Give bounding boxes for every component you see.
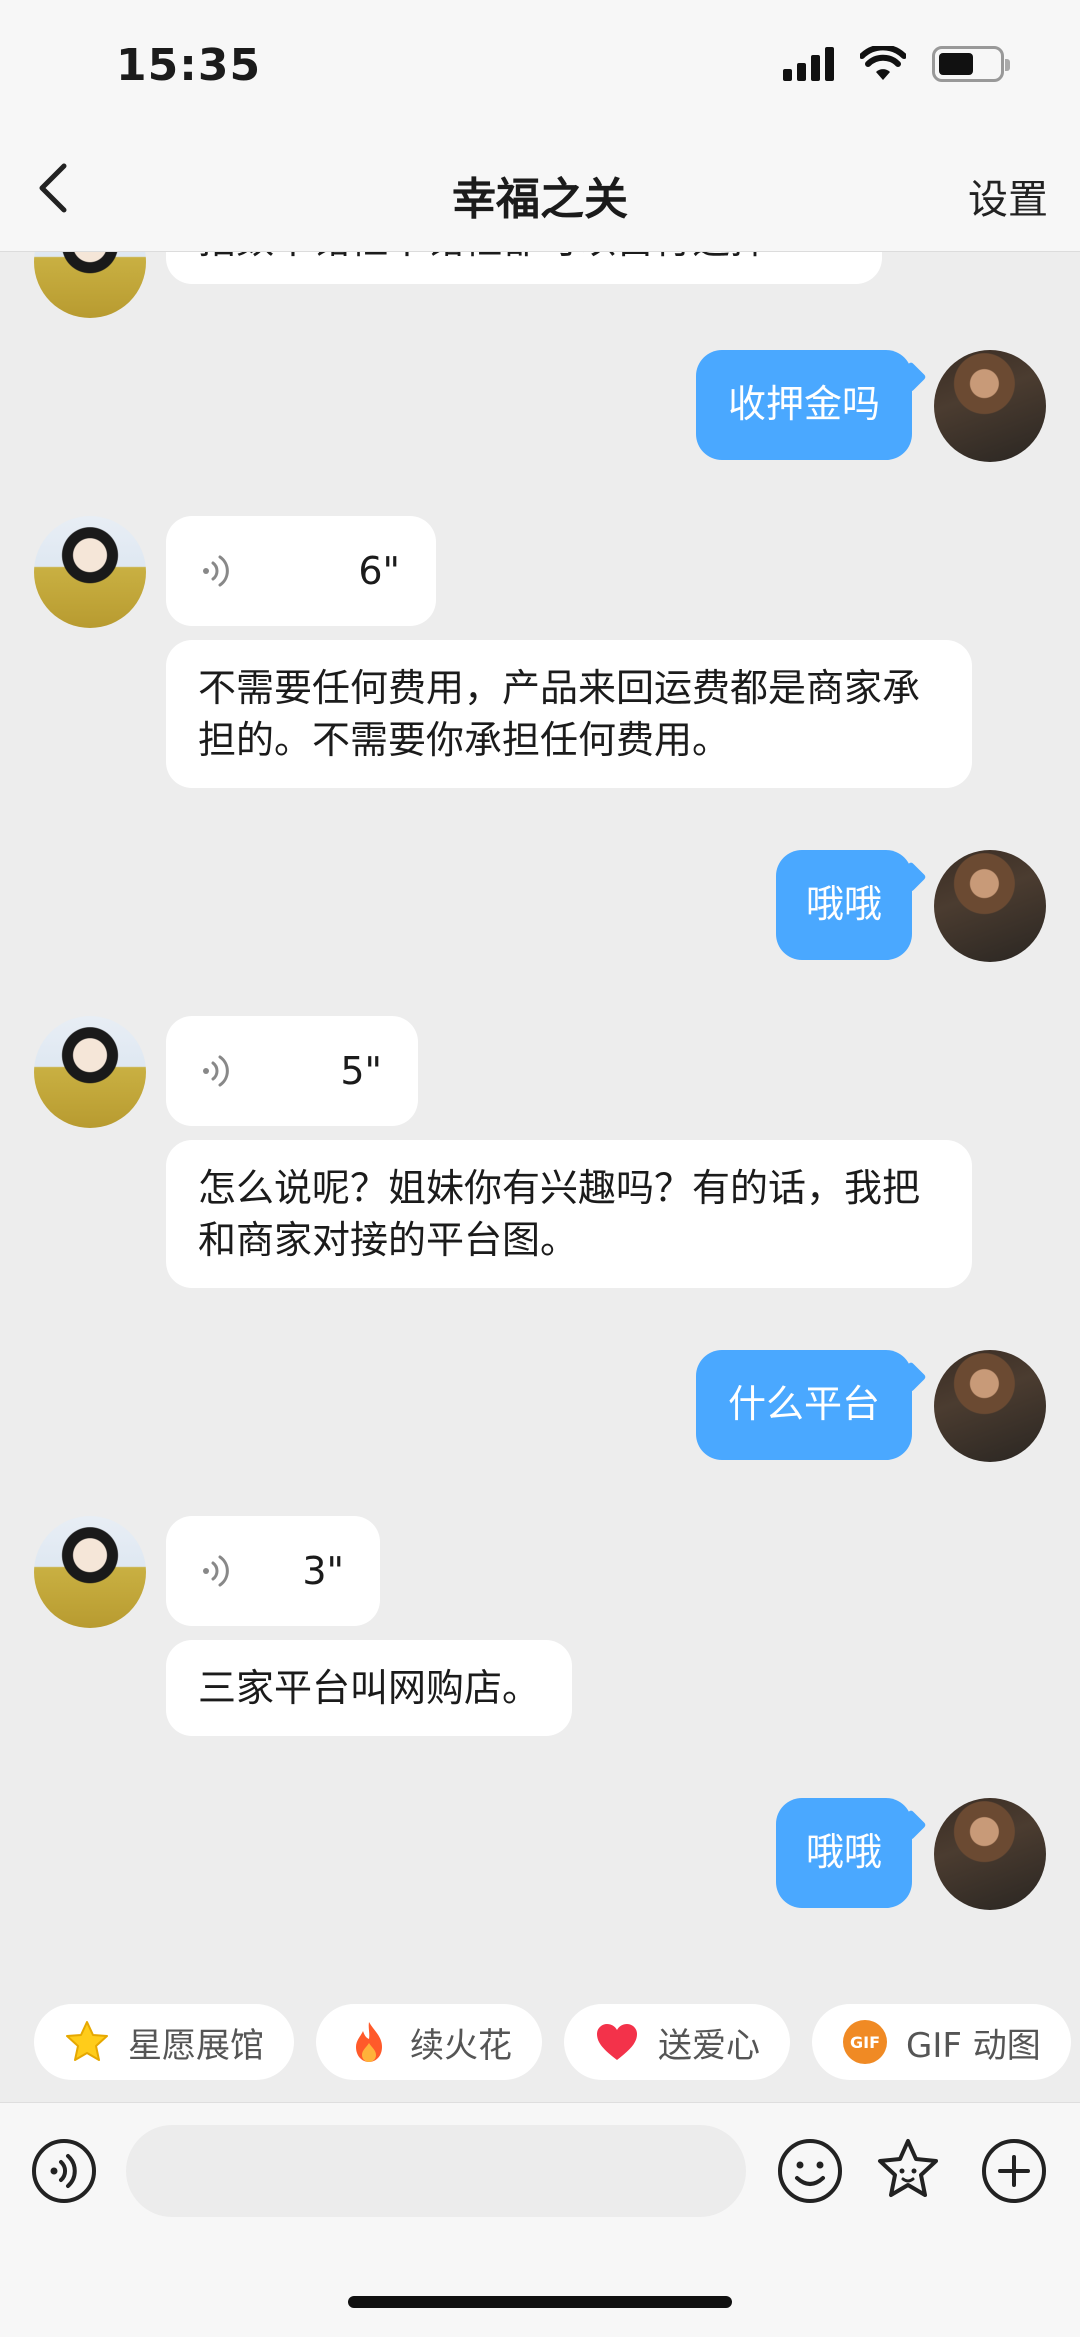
- gif-icon: GIF: [842, 2019, 888, 2065]
- top-bar: 15:35 幸福之关 设置: [0, 0, 1080, 252]
- voice-duration: 5": [340, 1049, 382, 1093]
- contact-avatar[interactable]: [34, 252, 146, 318]
- add-icon[interactable]: [974, 2131, 1054, 2211]
- status-icons: [783, 46, 1010, 82]
- quick-action-spark[interactable]: 续火花: [316, 2004, 542, 2080]
- message-text[interactable]: 三家平台叫网购店。: [166, 1640, 573, 1736]
- battery-icon: [932, 46, 1010, 82]
- message-input[interactable]: [126, 2125, 746, 2217]
- chip-label: GIF 动图: [906, 2025, 1041, 2066]
- chip-label: 星愿展馆: [128, 2025, 264, 2066]
- input-bar: [0, 2102, 1080, 2337]
- my-avatar[interactable]: [934, 350, 1046, 462]
- message-text[interactable]: 收押金吗: [695, 350, 912, 460]
- voice-input-icon[interactable]: [24, 2131, 104, 2211]
- my-avatar[interactable]: [934, 850, 1046, 962]
- settings-button[interactable]: 设置: [968, 167, 1048, 225]
- message-text[interactable]: 指数不锗框不锗框都可以自行选择: [166, 252, 882, 284]
- chip-label: 送爱心: [658, 2025, 760, 2066]
- quick-action-send-heart[interactable]: 送爱心: [564, 2004, 790, 2080]
- contact-avatar[interactable]: [34, 1516, 146, 1628]
- chat-title: 幸福之关: [452, 174, 628, 225]
- cellular-signal-icon: [783, 47, 834, 81]
- status-time: 15:35: [116, 40, 262, 91]
- chip-label: 续火花: [410, 2025, 512, 2066]
- voice-duration: 6": [358, 549, 400, 593]
- message-text[interactable]: 怎么说呢？姐妹你有兴趣吗？有的话，我把和商家对接的平台图。: [166, 1140, 972, 1288]
- voice-wave-icon: [203, 1555, 229, 1587]
- message-text[interactable]: 哦哦: [775, 850, 912, 960]
- my-avatar[interactable]: [934, 1798, 1046, 1910]
- voice-message[interactable]: 6": [166, 516, 436, 626]
- message-text[interactable]: 不需要任何费用，产品来回运费都是商家承担的。不需要你承担任何费用。: [166, 640, 972, 788]
- contact-avatar[interactable]: [34, 1016, 146, 1128]
- voice-duration: 3": [302, 1549, 344, 1593]
- emoji-icon[interactable]: [770, 2131, 850, 2211]
- quick-actions-bar: 星愿展馆 续火花 送爱心 GIF GIF 动图: [34, 2004, 1071, 2080]
- chat-thread[interactable]: 指数不锗框不锗框都可以自行选择 收押金吗 6" 不需要任何费用，产品来回运费都是…: [0, 252, 1080, 1992]
- message-text[interactable]: 什么平台: [695, 1350, 912, 1460]
- my-avatar[interactable]: [934, 1350, 1046, 1462]
- voice-message[interactable]: 5": [166, 1016, 418, 1126]
- sticker-star-icon[interactable]: [868, 2131, 948, 2211]
- quick-action-star-gallery[interactable]: 星愿展馆: [34, 2004, 294, 2080]
- message-text[interactable]: 哦哦: [775, 1798, 912, 1908]
- star-icon: [64, 2019, 110, 2065]
- voice-wave-icon: [203, 555, 229, 587]
- quick-action-gif[interactable]: GIF GIF 动图: [812, 2004, 1071, 2080]
- voice-wave-icon: [203, 1055, 229, 1087]
- voice-message[interactable]: 3": [166, 1516, 380, 1626]
- wifi-icon: [860, 46, 906, 80]
- home-indicator: [348, 2296, 732, 2308]
- contact-avatar[interactable]: [34, 516, 146, 628]
- heart-icon: [594, 2019, 640, 2065]
- fire-icon: [346, 2019, 392, 2065]
